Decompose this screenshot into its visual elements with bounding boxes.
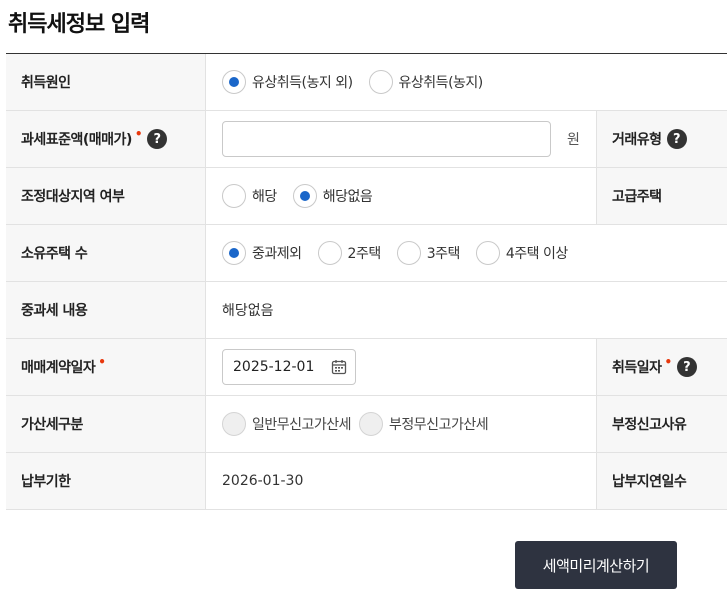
value-text: 2026-01-30 bbox=[222, 473, 304, 489]
radio-circle-checked[interactable] bbox=[292, 184, 317, 208]
row-tax-base: 과세표준액(매매가) • ? 원 거래유형 ? bbox=[6, 111, 727, 168]
label-luxury-house: 고급주택 bbox=[596, 168, 727, 224]
radio-group-acquisition-reason: 유상취득(농지 외) 유상취득(농지) bbox=[206, 54, 727, 110]
radio-circle-checked[interactable] bbox=[222, 241, 246, 265]
page-title: 취득세정보 입력 bbox=[8, 12, 150, 37]
label-text: 부정신고사유 bbox=[612, 417, 687, 433]
label-text: 매매계약일자 bbox=[21, 360, 96, 376]
radio-general-penalty: 일반무신고가산세 bbox=[222, 412, 352, 436]
heavy-tax-value: 해당없음 bbox=[206, 282, 727, 338]
label-acquisition-date: 취득일자 • ? bbox=[596, 339, 727, 395]
unit-won: 원 bbox=[567, 132, 580, 148]
row-penalty-type: 가산세구분 일반무신고가산세 부정무신고가산세 부정신고사유 bbox=[6, 396, 727, 453]
radio-label: 해당 bbox=[252, 189, 277, 205]
contract-date-input[interactable]: 2025-12-01 bbox=[222, 349, 356, 385]
label-text: 고급주택 bbox=[612, 189, 662, 205]
radio-applicable[interactable]: 해당 bbox=[222, 184, 277, 208]
radio-label: 일반무신고가산세 bbox=[252, 417, 352, 433]
row-house-count: 소유주택 수 중과제외 2주택 3주택 4주택 이상 bbox=[6, 225, 727, 282]
radio-label: 유상취득(농지 외) bbox=[252, 75, 353, 91]
required-mark: • bbox=[134, 127, 143, 141]
radio-circle[interactable] bbox=[317, 241, 342, 265]
radio-two-houses[interactable]: 2주택 bbox=[317, 241, 382, 265]
radio-label: 해당없음 bbox=[322, 189, 373, 205]
radio-group-adjust-area: 해당 해당없음 bbox=[206, 168, 596, 224]
radio-fraud-penalty: 부정무신고가산세 bbox=[359, 412, 489, 436]
tax-base-input-cell: 원 bbox=[206, 111, 596, 167]
radio-paid-non-farmland[interactable]: 유상취득(농지 외) bbox=[222, 70, 353, 94]
required-mark: • bbox=[664, 355, 673, 369]
label-text: 납부기한 bbox=[21, 474, 71, 490]
label-text: 취득일자 bbox=[612, 360, 662, 376]
help-icon[interactable]: ? bbox=[147, 129, 168, 149]
radio-circle-checked[interactable] bbox=[222, 70, 246, 94]
radio-label: 3주택 bbox=[426, 246, 461, 262]
tax-base-input[interactable] bbox=[222, 121, 551, 157]
label-text: 과세표준액(매매가) bbox=[21, 132, 132, 148]
required-mark: • bbox=[98, 355, 106, 369]
row-acquisition-reason: 취득원인 유상취득(농지 외) 유상취득(농지) bbox=[6, 54, 727, 111]
radio-label: 중과제외 bbox=[252, 246, 302, 262]
label-contract-date: 매매계약일자 • bbox=[6, 339, 206, 395]
row-adjust-area: 조정대상지역 여부 해당 해당없음 고급주택 bbox=[6, 168, 727, 225]
label-late-days: 납부지연일수 bbox=[596, 453, 727, 509]
label-fraud-reason: 부정신고사유 bbox=[596, 396, 727, 452]
label-adjust-area: 조정대상지역 여부 bbox=[6, 168, 206, 224]
radio-circle-disabled bbox=[222, 412, 246, 436]
radio-group-penalty-type: 일반무신고가산세 부정무신고가산세 bbox=[206, 396, 596, 452]
radio-label: 2주택 bbox=[347, 246, 382, 262]
radio-paid-farmland[interactable]: 유상취득(농지) bbox=[368, 70, 484, 94]
help-icon[interactable]: ? bbox=[666, 129, 687, 149]
radio-circle[interactable] bbox=[475, 241, 500, 265]
label-house-count: 소유주택 수 bbox=[6, 225, 206, 281]
row-heavy-tax: 중과세 내용 해당없음 bbox=[6, 282, 727, 339]
label-text: 조정대상지역 여부 bbox=[21, 189, 125, 205]
label-acquisition-reason: 취득원인 bbox=[6, 54, 206, 110]
label-heavy-tax: 중과세 내용 bbox=[6, 282, 206, 338]
radio-three-houses[interactable]: 3주택 bbox=[396, 241, 461, 265]
value-text: 해당없음 bbox=[222, 303, 274, 319]
label-text: 납부지연일수 bbox=[612, 474, 687, 490]
row-contract-date: 매매계약일자 • 2025-12-01 취득일자 • ? bbox=[6, 339, 727, 396]
help-icon[interactable]: ? bbox=[676, 357, 697, 377]
label-text: 소유주택 수 bbox=[21, 246, 88, 262]
label-text: 중과세 내용 bbox=[21, 303, 88, 319]
radio-group-house-count: 중과제외 2주택 3주택 4주택 이상 bbox=[206, 225, 727, 281]
label-due-date: 납부기한 bbox=[6, 453, 206, 509]
radio-not-applicable[interactable]: 해당없음 bbox=[292, 184, 373, 208]
radio-circle-disabled bbox=[359, 412, 384, 436]
label-text: 거래유형 bbox=[612, 132, 662, 148]
contract-date-cell: 2025-12-01 bbox=[206, 339, 596, 395]
due-date-value: 2026-01-30 bbox=[206, 453, 596, 509]
radio-circle[interactable] bbox=[396, 241, 421, 265]
label-text: 취득원인 bbox=[21, 75, 71, 91]
label-transaction-type: 거래유형 ? bbox=[596, 111, 727, 167]
radio-four-plus-houses[interactable]: 4주택 이상 bbox=[475, 241, 568, 265]
radio-label: 부정무신고가산세 bbox=[389, 417, 489, 433]
radio-label: 4주택 이상 bbox=[505, 246, 568, 262]
calculate-tax-button[interactable]: 세액미리계산하기 bbox=[515, 541, 677, 589]
acquisition-tax-form: 취득원인 유상취득(농지 외) 유상취득(농지) 과세표준액(매매가) • ? … bbox=[6, 53, 727, 510]
label-penalty-type: 가산세구분 bbox=[6, 396, 206, 452]
row-due-date: 납부기한 2026-01-30 납부지연일수 bbox=[6, 453, 727, 510]
radio-exempt[interactable]: 중과제외 bbox=[222, 241, 302, 265]
label-tax-base: 과세표준액(매매가) • ? bbox=[6, 111, 206, 167]
radio-label: 유상취득(농지) bbox=[398, 75, 484, 91]
radio-circle[interactable] bbox=[368, 70, 393, 94]
radio-circle[interactable] bbox=[222, 184, 246, 208]
calendar-icon[interactable] bbox=[331, 359, 347, 375]
date-value: 2025-12-01 bbox=[233, 359, 315, 375]
label-text: 가산세구분 bbox=[21, 417, 83, 433]
